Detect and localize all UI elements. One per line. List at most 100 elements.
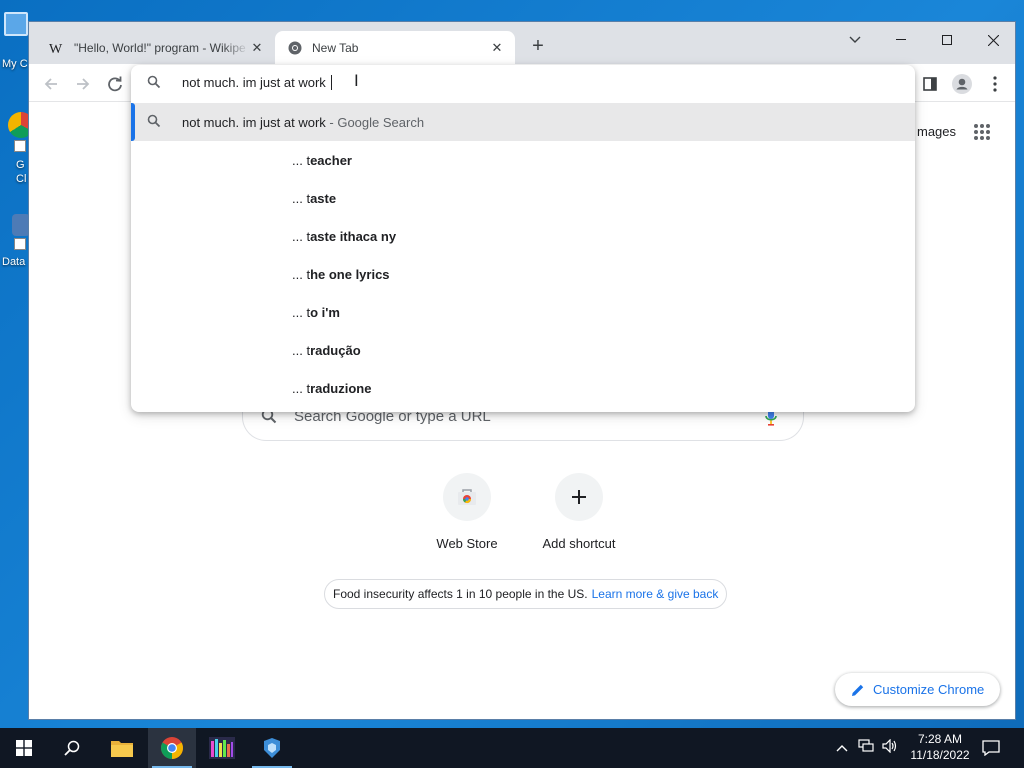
system-tray <box>836 728 898 768</box>
shortcut-label[interactable]: Add shortcut <box>523 536 635 551</box>
suggestion-text: ... the one lyrics <box>292 267 390 282</box>
suggestion-prefix: ... t <box>292 228 311 244</box>
arrow-right-icon <box>77 78 90 90</box>
clock-date: 11/18/2022 <box>910 748 970 762</box>
maximize-button[interactable] <box>927 26 967 54</box>
action-center-button[interactable] <box>968 728 1014 768</box>
close-window-button[interactable] <box>973 26 1013 54</box>
suggestion-suffix: - Google Search <box>325 114 425 130</box>
side-panel-icon <box>923 77 937 91</box>
omnibox-dropdown: not much. im just at work I not much. im… <box>131 65 915 412</box>
suggestion-completion: raduzione <box>310 380 372 396</box>
omnibox-suggestion[interactable]: ... taste ithaca ny <box>131 217 915 255</box>
taskbar-app-1[interactable] <box>198 728 246 768</box>
desktop-icon-google-chrome[interactable]: G Cl <box>0 108 34 188</box>
suggestion-text: ... traduzione <box>292 381 371 396</box>
pencil-icon <box>851 683 865 697</box>
tab-title: "Hello, World!" program - Wikipe <box>74 40 246 55</box>
chevron-down-icon <box>849 36 861 43</box>
minimize-button[interactable] <box>881 26 921 54</box>
chrome-icon <box>161 737 183 759</box>
app-icon-1 <box>209 737 235 759</box>
suggestion-query: not much. im just at work <box>182 114 326 130</box>
taskbar-search-button[interactable] <box>48 728 96 768</box>
svg-text:W: W <box>49 42 63 55</box>
suggestion-completion: o i'm <box>310 304 340 320</box>
omnibox-suggestion[interactable]: ... traduzione <box>131 369 915 407</box>
taskbar-clock[interactable]: 7:28 AM 11/18/2022 <box>904 731 976 763</box>
avatar-icon <box>952 74 972 94</box>
suggestion-completion: he one lyrics <box>310 266 390 282</box>
omnibox-suggestion[interactable]: ... teacher <box>131 141 915 179</box>
plus-icon <box>572 490 586 504</box>
suggestion-prefix: ... t <box>292 190 311 206</box>
wikipedia-icon: W <box>49 40 65 56</box>
shortcut-arrow-icon <box>14 238 26 250</box>
close-tab-icon[interactable]: ✕ <box>249 40 265 56</box>
omnibox-suggestion[interactable]: ... the one lyrics <box>131 255 915 293</box>
omnibox-text[interactable]: not much. im just at work <box>182 75 333 90</box>
close-tab-icon[interactable]: ✕ <box>489 40 505 56</box>
desktop-icon-label: G Cl <box>16 159 27 185</box>
suggestion-completion: eacher <box>310 152 352 168</box>
tab-title: New Tab <box>312 40 359 55</box>
arrow-left-icon <box>44 78 57 90</box>
back-button[interactable] <box>39 72 63 96</box>
suggestion-prefix: ... t <box>292 380 311 396</box>
windows-start-icon <box>16 740 32 756</box>
clock-time: 7:28 AM <box>917 732 963 746</box>
taskbar-file-explorer[interactable] <box>98 728 146 768</box>
chevron-up-icon[interactable] <box>836 739 848 757</box>
suggestion-completion: radução <box>310 342 361 358</box>
tab-hello-world[interactable]: W "Hello, World!" program - Wikipe ✕ <box>37 31 275 64</box>
taskbar-app-2[interactable] <box>248 728 296 768</box>
tab-strip: W "Hello, World!" program - Wikipe ✕ New… <box>29 22 1015 64</box>
menu-button[interactable] <box>983 72 1007 96</box>
notification-icon <box>982 740 1000 756</box>
volume-icon[interactable] <box>882 738 898 758</box>
taskbar-chrome[interactable] <box>148 728 196 768</box>
suggestion-prefix: ... t <box>292 152 311 168</box>
omnibox-suggestion[interactable]: ... tradução <box>131 331 915 369</box>
shortcut-add[interactable] <box>555 473 603 521</box>
chrome-icon <box>287 40 303 56</box>
images-link[interactable]: mages <box>917 124 956 139</box>
desktop-icon-my-computer[interactable]: My C <box>0 8 28 72</box>
omnibox-suggestion[interactable]: ... to i'm <box>131 293 915 331</box>
profile-button[interactable] <box>950 72 974 96</box>
close-icon <box>987 34 999 46</box>
desktop-icon-label: Data <box>2 256 26 268</box>
omnibox-suggestion-search[interactable]: not much. im just at work - Google Searc… <box>131 103 915 141</box>
suggestion-text: ... taste ithaca ny <box>292 229 396 244</box>
new-tab-button[interactable]: + <box>527 36 549 58</box>
shortcut-web-store[interactable] <box>443 473 491 521</box>
suggestion-text: ... taste <box>292 191 336 206</box>
google-apps-icon[interactable] <box>973 123 993 143</box>
shortcut-arrow-icon <box>14 140 26 152</box>
suggestion-prefix: ... t <box>292 304 311 320</box>
omnibox-input[interactable]: not much. im just at work I <box>131 65 915 101</box>
side-panel-button[interactable] <box>918 72 942 96</box>
reload-button[interactable] <box>103 72 127 96</box>
customize-chrome-button[interactable]: Customize Chrome <box>835 673 1001 706</box>
suggestion-text: ... teacher <box>292 153 352 168</box>
suggestion-prefix: ... t <box>292 342 311 358</box>
promo-link[interactable]: Learn more & give back <box>592 587 719 601</box>
maximize-icon <box>942 35 952 45</box>
omnibox-suggestion[interactable]: ... taste <box>131 179 915 217</box>
tab-new-tab[interactable]: New Tab ✕ <box>275 31 515 64</box>
desktop-icon-data[interactable]: Data <box>0 210 30 274</box>
tab-search-button[interactable] <box>835 26 875 54</box>
suggestion-completion: aste ithaca ny <box>310 228 397 244</box>
promo-text: Food insecurity affects 1 in 10 people i… <box>333 587 588 601</box>
start-button[interactable] <box>0 728 48 768</box>
network-icon[interactable] <box>858 738 874 758</box>
app-icon-2 <box>264 738 280 758</box>
web-store-icon <box>458 489 476 505</box>
customize-chrome-label: Customize Chrome <box>873 682 985 697</box>
text-caret <box>331 75 333 90</box>
desktop-icon-label: My C <box>2 58 28 70</box>
suggestion-completion: aste <box>310 190 337 206</box>
shortcut-label[interactable]: Web Store <box>411 536 523 551</box>
forward-button[interactable] <box>71 72 95 96</box>
